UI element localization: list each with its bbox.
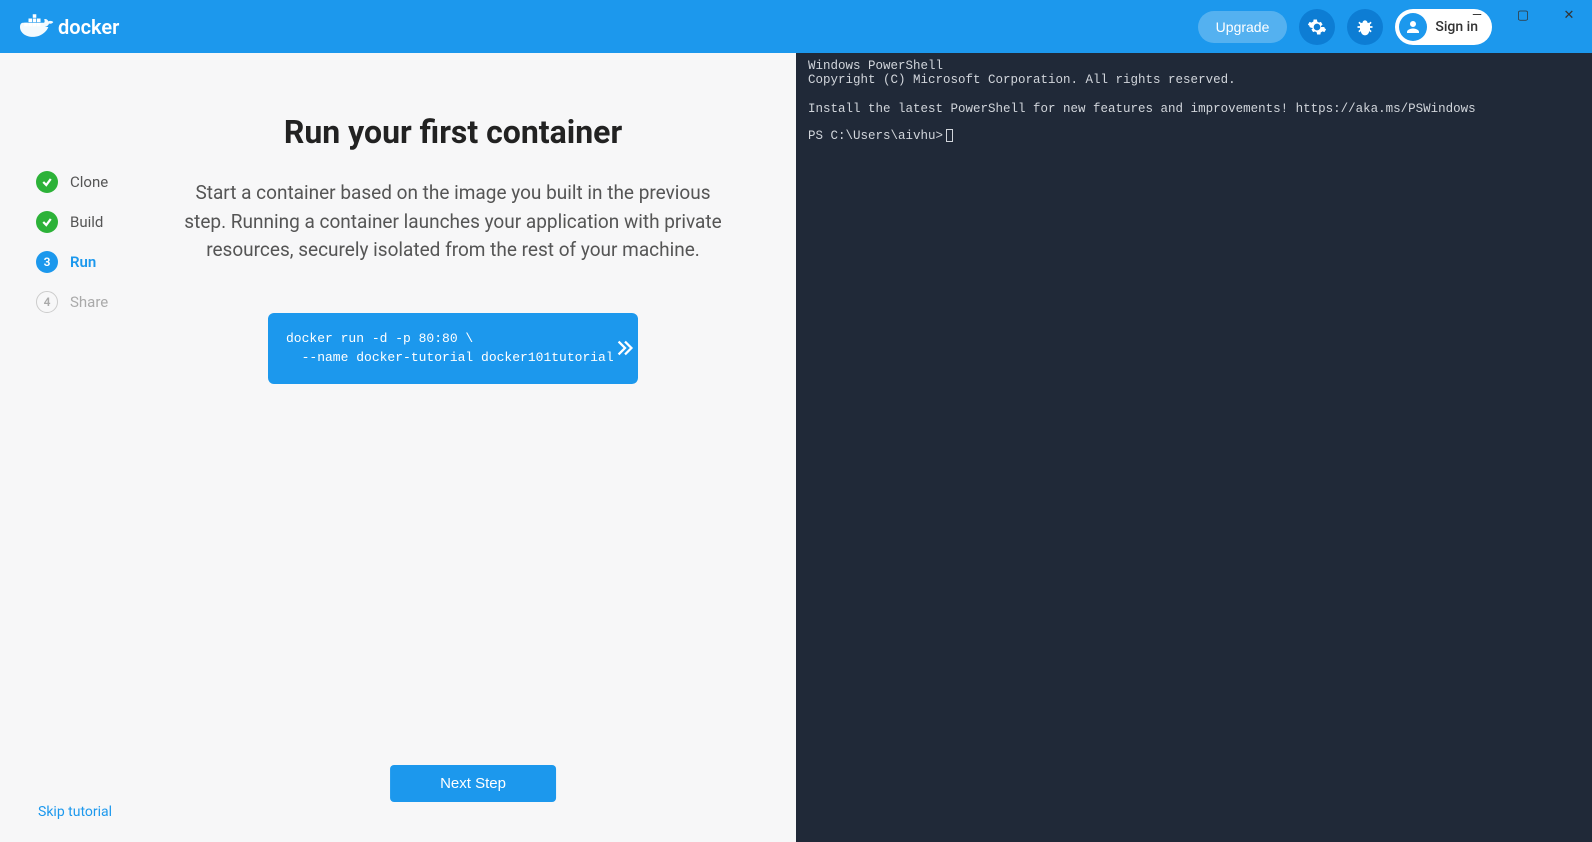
terminal-cursor <box>946 129 953 142</box>
step-label: Build <box>70 213 103 231</box>
check-icon <box>36 211 58 233</box>
close-button[interactable]: ✕ <box>1546 0 1592 30</box>
skip-tutorial-link[interactable]: Skip tutorial <box>38 804 112 820</box>
tutorial-panel: Clone Build 3 Run 4 Share Run your first… <box>0 53 796 842</box>
terminal-line: Copyright (C) Microsoft Corporation. All… <box>808 73 1236 87</box>
step-build[interactable]: Build <box>36 211 150 233</box>
terminal-line: Windows PowerShell <box>808 59 943 73</box>
step-number: 3 <box>36 251 58 273</box>
app-header: docker Upgrade Sign in <box>0 0 1592 53</box>
bug-icon <box>1355 17 1375 37</box>
tutorial-content: Run your first container Start a contain… <box>150 53 796 842</box>
header-actions: Upgrade Sign in <box>1198 9 1492 45</box>
steps-sidebar: Clone Build 3 Run 4 Share <box>0 53 150 842</box>
page-description: Start a container based on the image you… <box>183 179 723 265</box>
step-run[interactable]: 3 Run <box>36 251 150 273</box>
terminal-prompt: PS C:\Users\aivhu> <box>808 129 943 143</box>
docker-whale-icon <box>20 14 54 40</box>
command-text: docker run -d -p 80:80 \ --name docker-t… <box>286 329 614 368</box>
step-clone[interactable]: Clone <box>36 171 150 193</box>
settings-button[interactable] <box>1299 9 1335 45</box>
terminal-panel[interactable]: Windows PowerShell Copyright (C) Microso… <box>796 53 1592 842</box>
minimize-button[interactable]: — <box>1454 0 1500 30</box>
user-avatar <box>1399 13 1427 41</box>
main-area: Clone Build 3 Run 4 Share Run your first… <box>0 53 1592 842</box>
maximize-button[interactable]: ▢ <box>1500 0 1546 30</box>
page-title: Run your first container <box>150 113 756 151</box>
window-controls: — ▢ ✕ <box>1454 0 1592 30</box>
bug-button[interactable] <box>1347 9 1383 45</box>
run-command-icon[interactable] <box>614 337 636 359</box>
docker-logo: docker <box>20 14 119 40</box>
check-icon <box>36 171 58 193</box>
command-box[interactable]: docker run -d -p 80:80 \ --name docker-t… <box>268 313 638 384</box>
chevron-double-right-icon <box>614 337 636 359</box>
user-icon <box>1404 18 1422 36</box>
step-share[interactable]: 4 Share <box>36 291 150 313</box>
gear-icon <box>1307 17 1327 37</box>
step-label: Clone <box>70 173 108 191</box>
upgrade-button[interactable]: Upgrade <box>1198 11 1288 43</box>
app-name: docker <box>58 15 119 39</box>
step-label: Share <box>70 293 108 311</box>
terminal-line: Install the latest PowerShell for new fe… <box>808 102 1476 116</box>
next-step-button[interactable]: Next Step <box>390 765 556 802</box>
step-number: 4 <box>36 291 58 313</box>
step-label: Run <box>70 253 96 271</box>
